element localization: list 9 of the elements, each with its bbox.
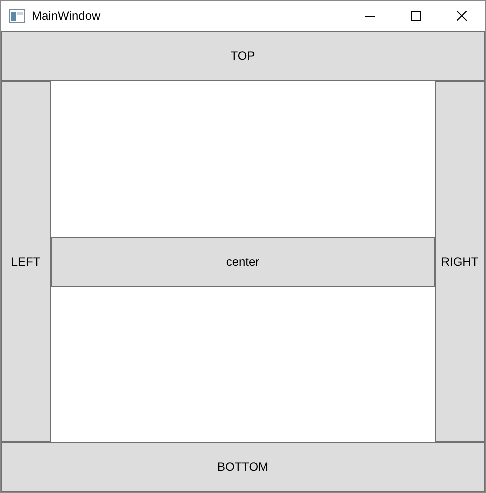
close-icon (457, 11, 467, 21)
maximize-icon (411, 11, 421, 21)
right-button[interactable]: RIGHT (435, 81, 485, 442)
bottom-button[interactable]: BOTTOM (1, 442, 485, 492)
center-button[interactable]: center (51, 236, 435, 286)
top-button[interactable]: TOP (1, 31, 485, 81)
window-icon (9, 9, 25, 23)
window-title: MainWindow (32, 9, 102, 23)
left-button[interactable]: LEFT (1, 81, 51, 442)
